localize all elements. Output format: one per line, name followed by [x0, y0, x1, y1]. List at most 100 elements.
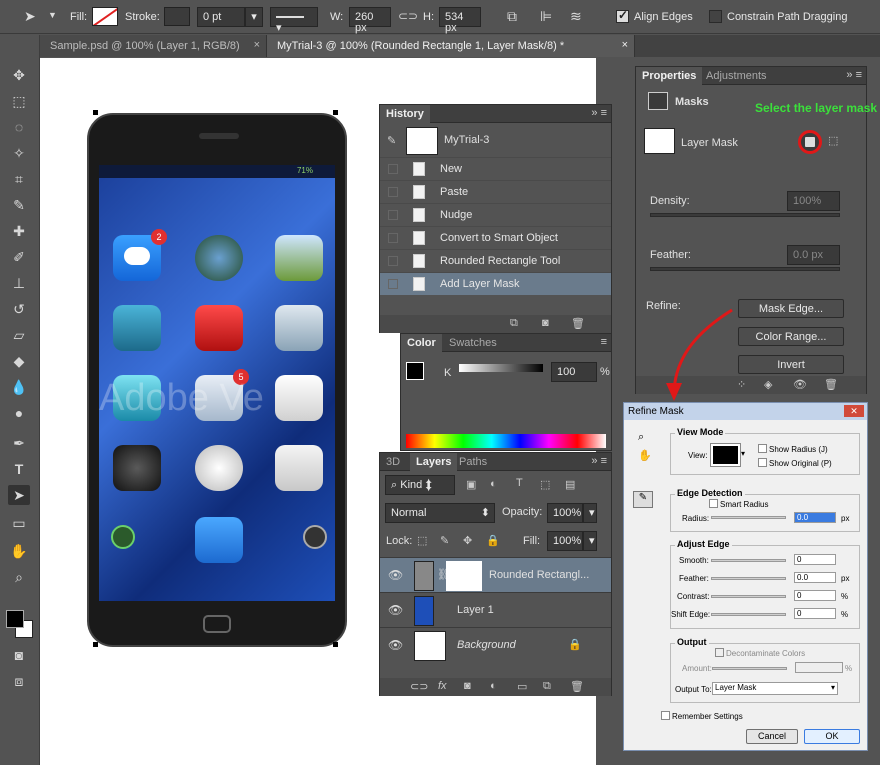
- foreground-color-swatch[interactable]: [6, 610, 24, 628]
- stroke-swatch[interactable]: [164, 7, 190, 26]
- panel-menu-icon[interactable]: » ≡: [591, 455, 607, 467]
- stroke-type-dropdown[interactable]: ▾: [270, 7, 318, 34]
- path-selection-tool-icon[interactable]: ➤: [8, 485, 30, 505]
- shift-edge-input[interactable]: 0: [794, 608, 836, 619]
- trash-icon[interactable]: 🗑: [571, 317, 585, 330]
- history-brush-icon[interactable]: ↺: [8, 299, 30, 319]
- contrast-input[interactable]: 0: [794, 590, 836, 601]
- tab-adjustments[interactable]: Adjustments: [700, 67, 773, 85]
- transform-handle[interactable]: [333, 642, 338, 647]
- density-slider[interactable]: [650, 213, 840, 217]
- healing-brush-icon[interactable]: ✚: [8, 221, 30, 241]
- tab-3d[interactable]: 3D: [380, 453, 406, 471]
- lock-all-icon[interactable]: 🔒: [486, 534, 500, 547]
- stroke-width-dropdown[interactable]: ▾: [245, 7, 263, 27]
- zoom-tool-icon[interactable]: ⌕: [8, 567, 30, 587]
- amount-slider[interactable]: [712, 667, 787, 670]
- stroke-width-input[interactable]: 0 pt: [197, 7, 245, 27]
- add-mask-icon[interactable]: ◙: [464, 680, 471, 692]
- lock-position-icon[interactable]: ✥: [463, 534, 472, 547]
- disable-mask-eye-icon[interactable]: 👁: [793, 378, 807, 391]
- hand-tool-icon[interactable]: ✋: [8, 541, 30, 561]
- transform-handle[interactable]: [93, 110, 98, 115]
- radius-slider[interactable]: [711, 516, 786, 519]
- panel-menu-icon[interactable]: » ≡: [591, 107, 607, 119]
- opacity-dropdown[interactable]: ▾: [583, 503, 597, 523]
- clone-stamp-icon[interactable]: ⊥: [8, 273, 30, 293]
- layer-row-background[interactable]: 👁 Background 🔒: [380, 627, 611, 662]
- tab-mytrial[interactable]: MyTrial-3 @ 100% (Rounded Rectangle 1, L…: [267, 35, 635, 57]
- path-select-tool-icon[interactable]: ➤: [24, 8, 36, 25]
- new-layer-icon[interactable]: ⧉: [543, 680, 551, 693]
- shape-tool-icon[interactable]: ▭: [8, 513, 30, 533]
- color-spectrum-bar[interactable]: [406, 434, 606, 448]
- eraser-tool-icon[interactable]: ▱: [8, 325, 30, 345]
- k-slider[interactable]: [459, 364, 543, 372]
- density-input[interactable]: 100%: [787, 191, 840, 211]
- layer-row-rounded-rectangle[interactable]: 👁 ⛓ Rounded Rectangl...: [380, 557, 611, 592]
- new-document-icon[interactable]: ⧉: [510, 317, 518, 330]
- panel-menu-icon[interactable]: ≡: [601, 336, 607, 348]
- history-item[interactable]: Add Layer Mask: [380, 272, 611, 295]
- color-fg-swatch[interactable]: [406, 362, 424, 380]
- move-tool-icon[interactable]: ✥: [8, 65, 30, 85]
- tool-preset-chevron-icon[interactable]: ▼: [48, 10, 57, 20]
- path-operations-icon[interactable]: ⧉: [507, 8, 517, 25]
- filter-adjustment-icon[interactable]: ◐: [490, 478, 497, 490]
- layer-mask-thumbnail[interactable]: [446, 561, 482, 591]
- history-snapshot[interactable]: ✎ MyTrial-3: [380, 124, 600, 160]
- screen-mode-icon[interactable]: ⧈: [8, 671, 30, 691]
- transform-handle[interactable]: [333, 110, 338, 115]
- smooth-slider[interactable]: [711, 559, 786, 562]
- lock-transparent-icon[interactable]: ⬚: [417, 534, 427, 547]
- feather-slider[interactable]: [711, 577, 786, 580]
- fill-swatch[interactable]: [92, 7, 118, 26]
- magic-wand-icon[interactable]: ✧: [8, 143, 30, 163]
- visibility-eye-icon[interactable]: 👁: [388, 603, 403, 617]
- view-dropdown-arrow-icon[interactable]: ▾: [741, 449, 745, 458]
- fill-dropdown[interactable]: ▾: [583, 531, 597, 551]
- close-icon[interactable]: ×: [254, 39, 260, 51]
- history-item[interactable]: Convert to Smart Object: [380, 226, 611, 249]
- zoom-icon[interactable]: ⌕: [638, 431, 644, 444]
- mask-edge-button[interactable]: Mask Edge...: [738, 299, 844, 318]
- trash-icon[interactable]: 🗑: [570, 680, 584, 693]
- link-layers-icon[interactable]: ⊂⊃: [410, 680, 428, 693]
- remember-settings-checkbox[interactable]: [661, 711, 670, 720]
- dodge-tool-icon[interactable]: ●: [8, 403, 30, 423]
- fill-input[interactable]: 100%: [547, 531, 583, 551]
- layer-style-fx-icon[interactable]: fx: [438, 680, 447, 692]
- tab-paths[interactable]: Paths: [453, 453, 493, 471]
- filter-pixel-icon[interactable]: ▣: [466, 478, 476, 491]
- link-icon[interactable]: ⊂⊃: [398, 9, 418, 23]
- filter-smart-object-icon[interactable]: ▤: [565, 478, 575, 491]
- close-icon[interactable]: ×: [622, 39, 628, 51]
- trash-icon[interactable]: 🗑: [824, 378, 838, 391]
- shift-edge-slider[interactable]: [711, 613, 786, 616]
- blur-tool-icon[interactable]: 💧: [8, 377, 30, 397]
- path-arrangement-icon[interactable]: ≋: [570, 8, 582, 25]
- tab-layers[interactable]: Layers: [410, 453, 458, 471]
- vector-mask-icon[interactable]: ⬚: [828, 134, 838, 147]
- hand-icon[interactable]: ✋: [638, 449, 652, 462]
- path-alignment-icon[interactable]: ⊫: [540, 8, 552, 25]
- history-item[interactable]: Rounded Rectangle Tool: [380, 249, 611, 272]
- tab-properties[interactable]: Properties: [636, 67, 703, 85]
- width-input[interactable]: 260 px: [349, 7, 391, 34]
- decontaminate-checkbox[interactable]: [715, 648, 724, 657]
- apply-mask-icon[interactable]: ◈: [764, 378, 772, 391]
- color-range-button[interactable]: Color Range...: [738, 327, 844, 346]
- brush-tool-icon[interactable]: ✐: [8, 247, 30, 267]
- show-original-checkbox[interactable]: [758, 458, 767, 467]
- quick-mask-icon[interactable]: ◙: [8, 645, 30, 665]
- paint-bucket-icon[interactable]: ◆: [8, 351, 30, 371]
- type-tool-icon[interactable]: T: [8, 459, 30, 479]
- amount-input[interactable]: [795, 662, 843, 673]
- filter-type-icon[interactable]: T: [516, 477, 523, 489]
- ok-button[interactable]: OK: [804, 729, 860, 744]
- filter-kind-select[interactable]: ⌕ Kind ⬍: [385, 475, 455, 495]
- radius-input[interactable]: 0.0: [794, 512, 836, 523]
- contrast-slider[interactable]: [711, 595, 786, 598]
- feather-input[interactable]: 0.0 px: [787, 245, 840, 265]
- layer-row-layer1[interactable]: 👁 Layer 1: [380, 592, 611, 627]
